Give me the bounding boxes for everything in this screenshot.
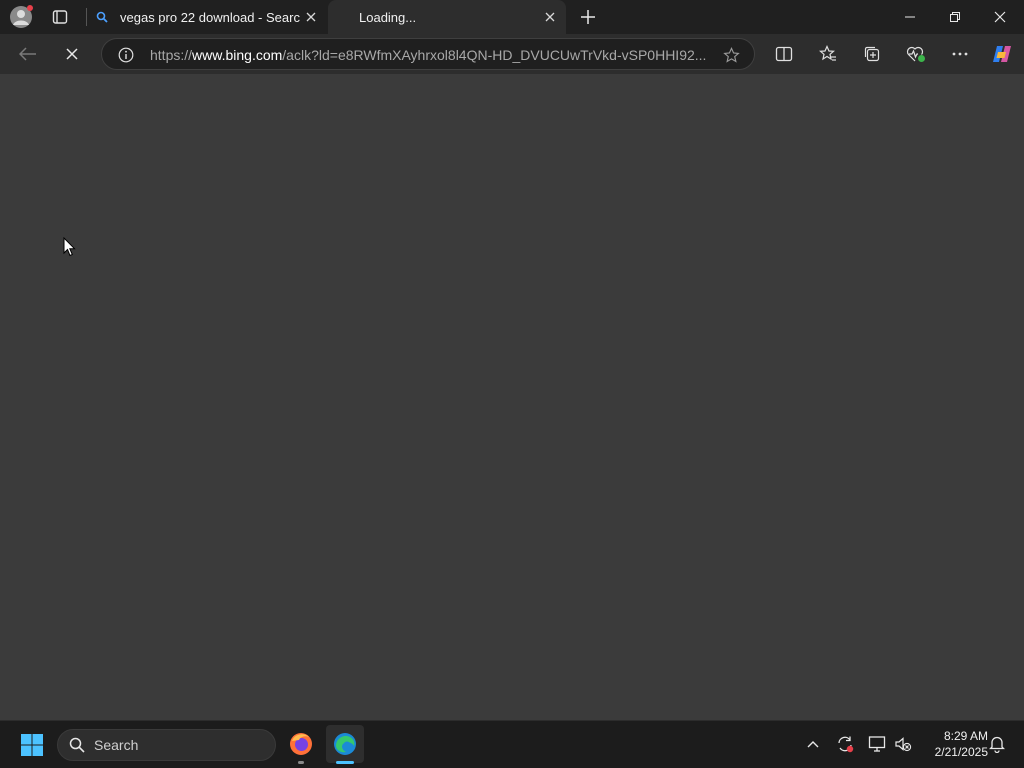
edge-icon bbox=[334, 733, 356, 755]
collections-icon bbox=[864, 46, 880, 62]
back-arrow-icon bbox=[19, 47, 36, 61]
copilot-button[interactable] bbox=[988, 40, 1016, 68]
firefox-icon bbox=[290, 733, 312, 755]
close-tab-icon[interactable] bbox=[542, 9, 558, 25]
restore-icon bbox=[950, 12, 960, 22]
restore-button[interactable] bbox=[935, 0, 975, 34]
clock-date: 2/21/2025 bbox=[934, 745, 988, 759]
show-hidden-icons-button[interactable] bbox=[802, 733, 824, 755]
split-screen-icon bbox=[775, 46, 793, 62]
collections-button[interactable] bbox=[858, 40, 886, 68]
taskbar-search-box[interactable]: Search bbox=[57, 729, 276, 761]
bing-search-icon bbox=[96, 10, 110, 24]
clock-time: 8:29 AM bbox=[943, 729, 988, 743]
stop-loading-button[interactable] bbox=[58, 42, 86, 66]
search-icon bbox=[68, 736, 86, 754]
firefox-running-indicator bbox=[298, 761, 304, 764]
monitor-icon bbox=[868, 736, 886, 752]
copilot-icon bbox=[993, 46, 1011, 62]
close-icon bbox=[994, 11, 1006, 23]
close-window-button[interactable] bbox=[980, 0, 1020, 34]
display-tray-button[interactable] bbox=[866, 733, 888, 755]
back-button[interactable] bbox=[14, 42, 42, 66]
url-prefix: https:// bbox=[150, 47, 193, 63]
heartbeat-icon bbox=[906, 46, 925, 62]
add-favorite-star-icon[interactable] bbox=[720, 44, 742, 66]
tab-title: vegas pro 22 download - Search bbox=[120, 9, 300, 25]
url-path: /aclk?ld=e8RWfmXAyhrxol8l4QN-HD_DVUCUwTr… bbox=[282, 47, 707, 63]
new-tab-button[interactable] bbox=[576, 5, 600, 29]
minimize-icon bbox=[905, 16, 915, 18]
tab-strip: vegas pro 22 download - Search Loading..… bbox=[0, 0, 1024, 34]
browser-essentials-button[interactable] bbox=[902, 40, 930, 68]
plus-icon bbox=[581, 10, 595, 24]
bell-icon bbox=[989, 736, 1005, 753]
notifications-button[interactable] bbox=[986, 733, 1008, 755]
profile-avatar-icon[interactable] bbox=[8, 4, 34, 30]
taskbar: Search 8:29 AM 2/21/2025 bbox=[0, 720, 1024, 768]
stop-icon bbox=[66, 48, 78, 60]
tab-separator bbox=[86, 8, 87, 26]
volume-tray-button[interactable] bbox=[892, 733, 914, 755]
address-bar[interactable]: https://www.bing.com/aclk?ld=e8RWfmXAyhr… bbox=[101, 38, 755, 70]
page-content-area bbox=[0, 74, 1024, 720]
tab-loading[interactable]: Loading... bbox=[328, 0, 566, 34]
speaker-muted-icon bbox=[895, 737, 912, 752]
tab-title: Loading... bbox=[359, 9, 417, 25]
system-clock[interactable]: 8:29 AM 2/21/2025 bbox=[920, 728, 988, 760]
favorites-button[interactable] bbox=[814, 40, 842, 68]
tab-actions-icon[interactable] bbox=[48, 6, 72, 28]
settings-more-button[interactable] bbox=[946, 40, 974, 68]
edge-taskbar-button[interactable] bbox=[326, 725, 364, 763]
favorites-star-list-icon bbox=[819, 45, 836, 61]
sync-alert-icon bbox=[838, 736, 854, 753]
address-url: https://www.bing.com/aclk?ld=e8RWfmXAyhr… bbox=[150, 47, 710, 63]
url-host: www.bing.com bbox=[192, 47, 283, 63]
edge-active-indicator bbox=[336, 761, 354, 764]
windows-logo-icon bbox=[21, 734, 43, 756]
ellipsis-icon bbox=[952, 52, 968, 56]
chevron-up-icon bbox=[807, 741, 819, 748]
site-info-icon[interactable] bbox=[116, 45, 136, 65]
sync-tray-button[interactable] bbox=[834, 733, 856, 755]
close-tab-icon[interactable] bbox=[303, 9, 319, 25]
tab-bing-search[interactable]: vegas pro 22 download - Search bbox=[88, 0, 328, 34]
start-button[interactable] bbox=[16, 729, 48, 761]
mouse-cursor-icon bbox=[63, 236, 77, 262]
split-screen-button[interactable] bbox=[770, 40, 798, 68]
minimize-button[interactable] bbox=[890, 0, 930, 34]
search-label: Search bbox=[94, 737, 139, 753]
firefox-taskbar-button[interactable] bbox=[284, 727, 318, 761]
